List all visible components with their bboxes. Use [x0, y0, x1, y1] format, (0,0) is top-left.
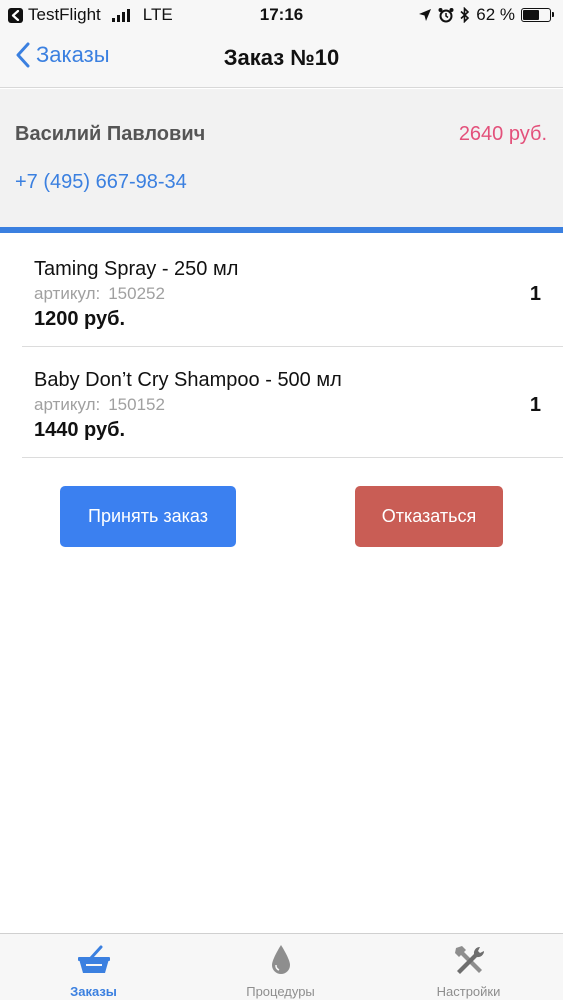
page-title: Заказ №10	[223, 45, 340, 70]
order-item: Baby Don’t Cry Shampoo - 500 мл артикул:…	[22, 347, 563, 458]
navigation-bar: Заказы Заказ №10	[0, 30, 563, 88]
item-price: 1440 руб.	[34, 419, 126, 441]
item-sku: артикул: 150152	[34, 395, 165, 415]
item-quantity: 1	[529, 283, 541, 305]
tab-settings-label: Настройки	[436, 984, 501, 999]
item-sku-label: артикул:	[34, 284, 101, 303]
drop-icon	[270, 942, 292, 978]
decline-order-button[interactable]: Отказаться	[355, 486, 503, 547]
tab-orders[interactable]: Заказы	[0, 934, 187, 1001]
battery-percent: 62 %	[476, 5, 515, 24]
tools-icon	[452, 942, 486, 978]
battery-icon	[521, 8, 554, 22]
item-name: Taming Spray - 250 мл	[34, 258, 239, 280]
tab-procedures[interactable]: Процедуры	[187, 934, 374, 1001]
item-name: Baby Don’t Cry Shampoo - 500 мл	[34, 369, 342, 391]
status-bar: TestFlight LTE 17:16 62 %	[0, 0, 563, 30]
battery-fill	[523, 10, 540, 20]
order-total: 2640 руб.	[458, 123, 547, 145]
tab-orders-label: Заказы	[70, 984, 117, 999]
order-item: Taming Spray - 250 мл артикул: 150252 120…	[22, 236, 563, 347]
item-sku: артикул: 150252	[34, 284, 165, 304]
customer-phone-link[interactable]: +7 (495) 667-98-34	[15, 171, 187, 194]
item-sku-value: 150252	[108, 284, 165, 303]
customer-header: Василий Павлович 2640 руб. +7 (495) 667-…	[0, 89, 563, 227]
bluetooth-icon	[460, 7, 470, 23]
header-divider	[0, 227, 563, 233]
tab-procedures-label: Процедуры	[246, 984, 315, 999]
item-sku-label: артикул:	[34, 395, 101, 414]
item-sku-value: 150152	[108, 395, 165, 414]
status-right: 62 %	[418, 5, 554, 25]
item-quantity: 1	[529, 394, 541, 416]
tab-settings[interactable]: Настройки	[374, 934, 563, 1001]
basket-icon	[77, 942, 111, 978]
customer-name: Василий Павлович	[15, 123, 206, 145]
alarm-icon	[438, 8, 454, 23]
accept-order-button[interactable]: Принять заказ	[60, 486, 236, 547]
location-icon	[419, 9, 432, 21]
tab-bar: Заказы Процедуры Настройки	[0, 933, 563, 1000]
item-price: 1200 руб.	[34, 308, 126, 330]
